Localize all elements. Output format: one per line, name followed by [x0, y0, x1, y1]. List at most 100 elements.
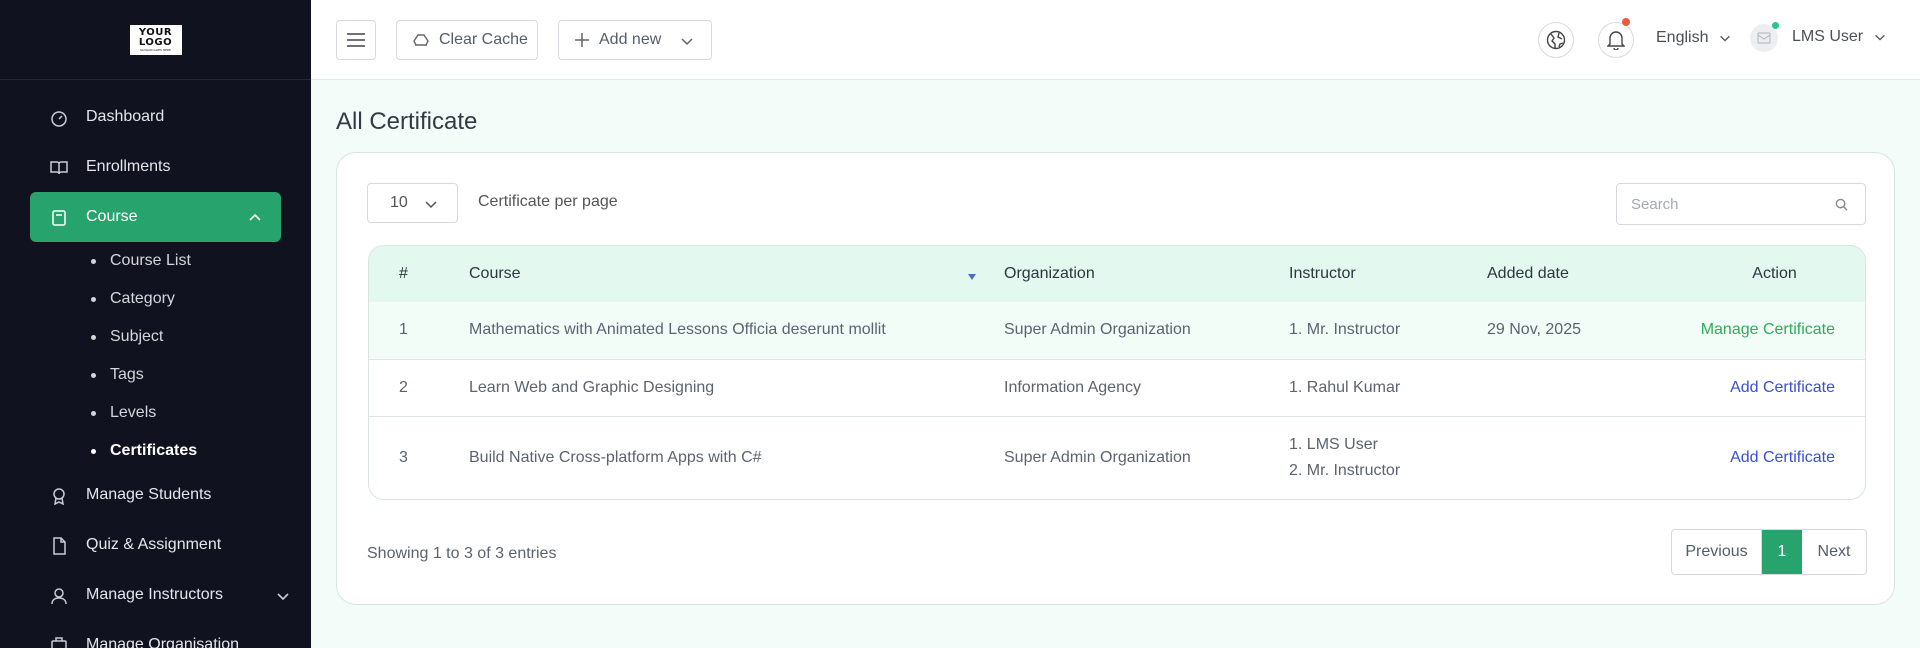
header-instructor[interactable]: Instructor: [1289, 246, 1487, 302]
submenu-item-certificates[interactable]: Certificates: [0, 432, 311, 470]
sidebar-item-manage-students[interactable]: Manage Students: [0, 470, 311, 520]
online-status-dot: [1772, 22, 1779, 29]
header-organization[interactable]: Organization: [1004, 246, 1289, 302]
instructor-name: 1. LMS User: [1289, 435, 1378, 453]
header-course[interactable]: Course: [469, 246, 1004, 302]
add-new-button[interactable]: Add new: [558, 20, 712, 60]
next-page-button[interactable]: Next: [1802, 530, 1866, 574]
sidebar-nav: Dashboard Enrollments Course Course List…: [0, 80, 311, 648]
row-course: Learn Web and Graphic Designing: [469, 358, 1004, 416]
logo-area: YOUR LOGO SLOGAN GOES HERE: [0, 0, 311, 80]
gauge-icon: [51, 111, 67, 127]
page-1-button[interactable]: 1: [1762, 530, 1802, 574]
submenu-item-tags[interactable]: Tags: [0, 356, 311, 394]
instructor-name: 1. Rahul Kumar: [1289, 378, 1401, 396]
chevron-down-icon: [681, 38, 693, 46]
menu-toggle-button[interactable]: [336, 20, 376, 60]
chevron-down-icon: [425, 201, 437, 209]
row-number: 1: [399, 321, 408, 339]
page-title: All Certificate: [336, 108, 478, 135]
sidebar-item-quiz-assignment[interactable]: Quiz & Assignment: [0, 520, 311, 570]
chevron-down-icon: [1875, 34, 1885, 41]
submenu-item-levels[interactable]: Levels: [0, 394, 311, 432]
row-added-date: [1487, 415, 1644, 499]
user-placeholder-icon: [1757, 32, 1771, 44]
submenu-item-subject[interactable]: Subject: [0, 318, 311, 356]
sidebar-item-label: Dashboard: [86, 108, 165, 125]
per-page-select[interactable]: 10: [367, 183, 458, 223]
row-course: Build Native Cross-platform Apps with C#: [469, 415, 1004, 499]
row-organization: Information Agency: [1004, 358, 1289, 416]
sidebar-item-dashboard[interactable]: Dashboard: [0, 92, 311, 142]
row-added-date: 29 Nov, 2025: [1487, 321, 1581, 339]
submenu-item-category[interactable]: Category: [0, 280, 311, 318]
instructor-name: 2. Mr. Instructor: [1289, 461, 1401, 479]
header-number[interactable]: #: [369, 246, 469, 302]
bell-icon: [1607, 31, 1625, 50]
row-organization: Super Admin Organization: [1004, 321, 1191, 339]
header-added-date[interactable]: Added date: [1487, 246, 1644, 302]
manage-certificate-link[interactable]: Manage Certificate: [1701, 321, 1835, 338]
clear-cache-button[interactable]: Clear Cache: [396, 20, 538, 60]
header-action: Action: [1752, 265, 1797, 282]
pagination: Previous 1 Next: [1671, 529, 1867, 575]
table-row: 3 Build Native Cross-platform Apps with …: [369, 415, 1865, 499]
sidebar: YOUR LOGO SLOGAN GOES HERE Dashboard Enr…: [0, 0, 311, 648]
row-action: Add Certificate: [1644, 358, 1865, 416]
per-page-label: Certificate per page: [478, 193, 618, 210]
entries-summary: Showing 1 to 3 of 3 entries: [367, 545, 557, 562]
language-selector[interactable]: English: [1656, 29, 1732, 47]
previous-page-button[interactable]: Previous: [1672, 530, 1762, 574]
book-icon: [52, 210, 66, 226]
eraser-icon: [413, 34, 429, 46]
plus-icon: [575, 33, 589, 47]
search-input[interactable]: [1616, 183, 1866, 225]
row-action: Manage Certificate: [1644, 302, 1865, 359]
hamburger-icon: [347, 33, 365, 47]
chevron-up-icon: [249, 213, 261, 221]
row-instructor: 1. LMS User 2. Mr. Instructor: [1289, 415, 1487, 499]
user-menu[interactable]: LMS User: [1792, 28, 1887, 46]
sidebar-item-manage-organisation[interactable]: Manage Organisation: [0, 620, 311, 648]
file-icon: [53, 537, 66, 555]
submenu-item-course-list[interactable]: Course List: [0, 242, 311, 280]
row-number: 3: [369, 415, 469, 499]
topbar: Clear Cache Add new English LMS User: [311, 0, 1920, 80]
row-added-date: [1487, 358, 1644, 416]
book-open-icon: [50, 161, 68, 175]
clear-cache-label: Clear Cache: [439, 31, 528, 48]
chevron-down-icon: [277, 593, 289, 601]
notifications-button[interactable]: [1598, 22, 1634, 58]
chevron-down-icon: [1720, 35, 1731, 42]
row-course: Mathematics with Animated Lessons Offici…: [469, 321, 886, 339]
sidebar-item-label: Enrollments: [86, 158, 171, 175]
sidebar-item-manage-instructors[interactable]: Manage Instructors: [0, 570, 311, 620]
search-icon: [1835, 198, 1848, 211]
sidebar-item-label: Course: [86, 208, 138, 225]
row-action: Add Certificate: [1644, 415, 1865, 499]
logo-line2: LOGO: [138, 36, 173, 48]
table-row: 2 Learn Web and Graphic Designing Inform…: [369, 358, 1865, 416]
language-label: English: [1656, 29, 1709, 46]
logo-tagline: SLOGAN GOES HERE: [140, 47, 171, 52]
add-certificate-link[interactable]: Add Certificate: [1730, 449, 1835, 466]
per-page-value: 10: [390, 194, 408, 211]
sidebar-item-label: Manage Organisation: [86, 636, 239, 648]
logo[interactable]: YOUR LOGO SLOGAN GOES HERE: [129, 24, 182, 55]
building-icon: [51, 637, 67, 648]
notification-dot: [1622, 18, 1630, 26]
certificate-table: # Course Organization Instructor Added d…: [368, 245, 1866, 500]
globe-icon: [1546, 30, 1566, 50]
add-certificate-link[interactable]: Add Certificate: [1730, 379, 1835, 396]
sort-desc-icon: [968, 274, 976, 280]
sidebar-item-label: Manage Instructors: [86, 586, 223, 603]
language-globe-button[interactable]: [1538, 22, 1574, 58]
certificate-card: 10 Certificate per page # Course Organiz…: [336, 152, 1895, 605]
header-course-label: Course: [469, 265, 521, 282]
row-instructor: 1. Rahul Kumar: [1289, 358, 1487, 416]
user-icon: [51, 588, 67, 605]
row-instructor: 1. Mr. Instructor: [1289, 302, 1487, 359]
sidebar-item-enrollments[interactable]: Enrollments: [0, 142, 311, 192]
add-new-label: Add new: [599, 31, 662, 48]
sidebar-item-course[interactable]: Course: [30, 192, 281, 242]
